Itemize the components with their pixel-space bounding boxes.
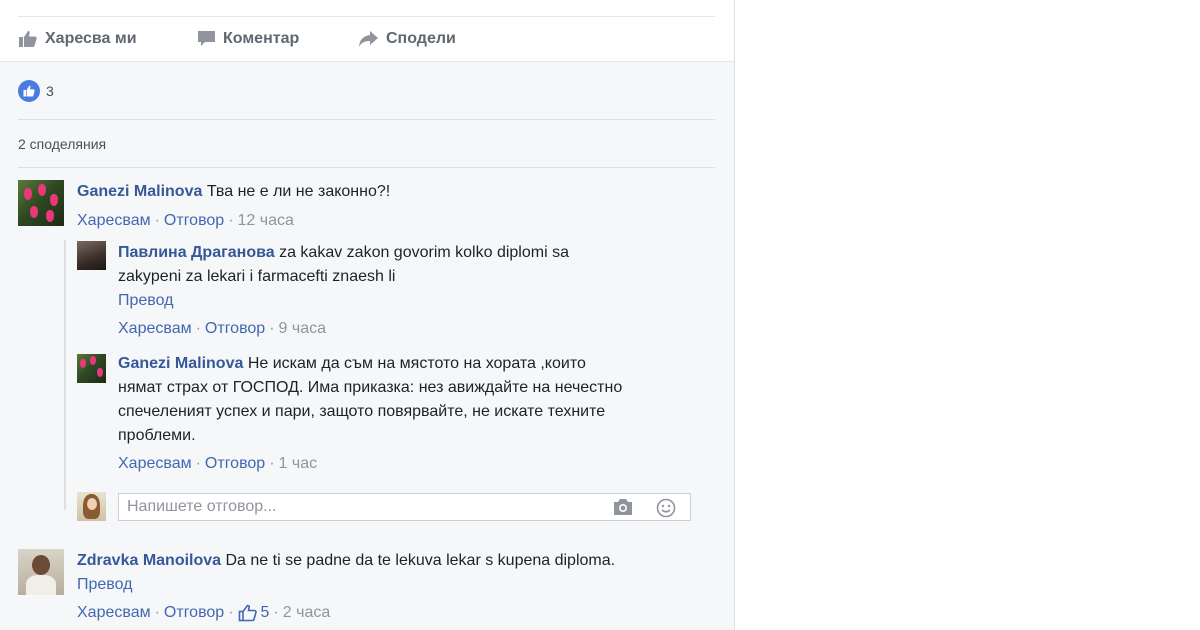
like-button-label: Харесва ми — [45, 30, 137, 47]
thumbs-up-icon — [238, 604, 257, 622]
avatar[interactable] — [18, 180, 64, 226]
like-reaction-icon — [18, 80, 40, 102]
comment-meta: Харесвам · Отговор · 5 · 2 часа — [77, 604, 331, 622]
reply-body-line: нямат страх от ГОСПОД. Има приказка: нез… — [118, 379, 623, 396]
translate-link[interactable]: Превод — [77, 576, 133, 594]
comment-body: Тва не е ли не законно?! — [206, 183, 391, 200]
comment-meta: Харесвам · Отговор · 12 часа — [77, 212, 294, 230]
comment-timestamp[interactable]: 2 часа — [283, 604, 330, 622]
post-divider — [18, 16, 715, 17]
share-arrow-icon — [359, 31, 378, 47]
reply-reply-link[interactable]: Отговор — [205, 320, 265, 338]
speech-bubble-icon — [198, 31, 215, 46]
comment-like-count[interactable]: 5 — [261, 604, 270, 622]
reply-composer[interactable] — [118, 493, 691, 521]
comment-button-label: Коментар — [223, 30, 300, 47]
comment-button[interactable]: Коментар — [197, 29, 299, 49]
reply-meta: Харесвам · Отговор · 9 часа — [118, 320, 327, 338]
comment-reply-link[interactable]: Отговор — [164, 212, 224, 230]
reply-body-line: za kakav zakon govorim kolko diplomi sa — [279, 244, 569, 261]
comment-like-link[interactable]: Харесвам — [77, 212, 151, 230]
comment-author-link[interactable]: Ganezi Malinova — [77, 183, 202, 200]
like-button[interactable]: Харесва ми — [18, 29, 137, 49]
reply-input[interactable] — [127, 498, 597, 516]
reaction-count: 3 — [46, 83, 54, 99]
reactions-summary[interactable]: 3 — [18, 80, 54, 102]
avatar[interactable] — [77, 241, 106, 270]
comment-body: Da ne ti se padne da te lekuva lekar s k… — [225, 552, 616, 569]
reply-author-link[interactable]: Павлина Драганова — [118, 244, 275, 261]
comment-author-link[interactable]: Zdravka Manoilova — [77, 552, 221, 569]
shares-count-link[interactable]: 2 споделяния — [18, 136, 106, 152]
reply-text: Павлина Драганова za kakav zakon govorim… — [118, 241, 569, 265]
avatar[interactable] — [18, 549, 64, 595]
comment-text: Ganezi Malinova Тва не е ли не законно?! — [77, 180, 390, 204]
avatar — [77, 492, 106, 521]
reply-body-line: спечеленият успех и пари, защото повярва… — [118, 403, 606, 420]
post-comments-panel: Харесва ми Коментар Сподели 3 2 споделян… — [0, 0, 735, 630]
reply-like-link[interactable]: Харесвам — [118, 320, 192, 338]
comment-timestamp[interactable]: 12 часа — [238, 212, 294, 230]
reply-meta: Харесвам · Отговор · 1 час — [118, 455, 318, 473]
reply-body-line: проблеми. — [118, 427, 196, 444]
reply-author-link[interactable]: Ganezi Malinova — [118, 355, 243, 372]
reply-timestamp[interactable]: 9 часа — [279, 320, 326, 338]
thumbs-up-icon — [19, 31, 37, 47]
avatar[interactable] — [77, 354, 106, 383]
share-button-label: Сподели — [386, 30, 456, 47]
shares-divider — [18, 167, 715, 168]
translate-link[interactable]: Превод — [118, 292, 174, 310]
reply-body-line: Не искам да съм на мястото на хората ,ко… — [247, 355, 586, 372]
smiley-icon[interactable] — [656, 498, 676, 518]
comment-like-link[interactable]: Харесвам — [77, 604, 151, 622]
reply-text: Ganezi Malinova Не искам да съм на място… — [118, 352, 586, 376]
reply-like-link[interactable]: Харесвам — [118, 455, 192, 473]
reactions-divider — [18, 119, 715, 120]
share-button[interactable]: Сподели — [358, 29, 456, 49]
post-actions-bar: Харесва ми Коментар Сподели — [0, 0, 734, 62]
reply-thread-line — [64, 240, 66, 510]
reply-reply-link[interactable]: Отговор — [205, 455, 265, 473]
comment-text: Zdravka Manoilova Da ne ti se padne da t… — [77, 549, 615, 573]
reply-body-line: zakypeni za lekari i farmacefti znaesh l… — [118, 268, 396, 285]
comment-reply-link[interactable]: Отговор — [164, 604, 224, 622]
camera-icon[interactable] — [612, 498, 634, 516]
reply-timestamp[interactable]: 1 час — [279, 455, 318, 473]
